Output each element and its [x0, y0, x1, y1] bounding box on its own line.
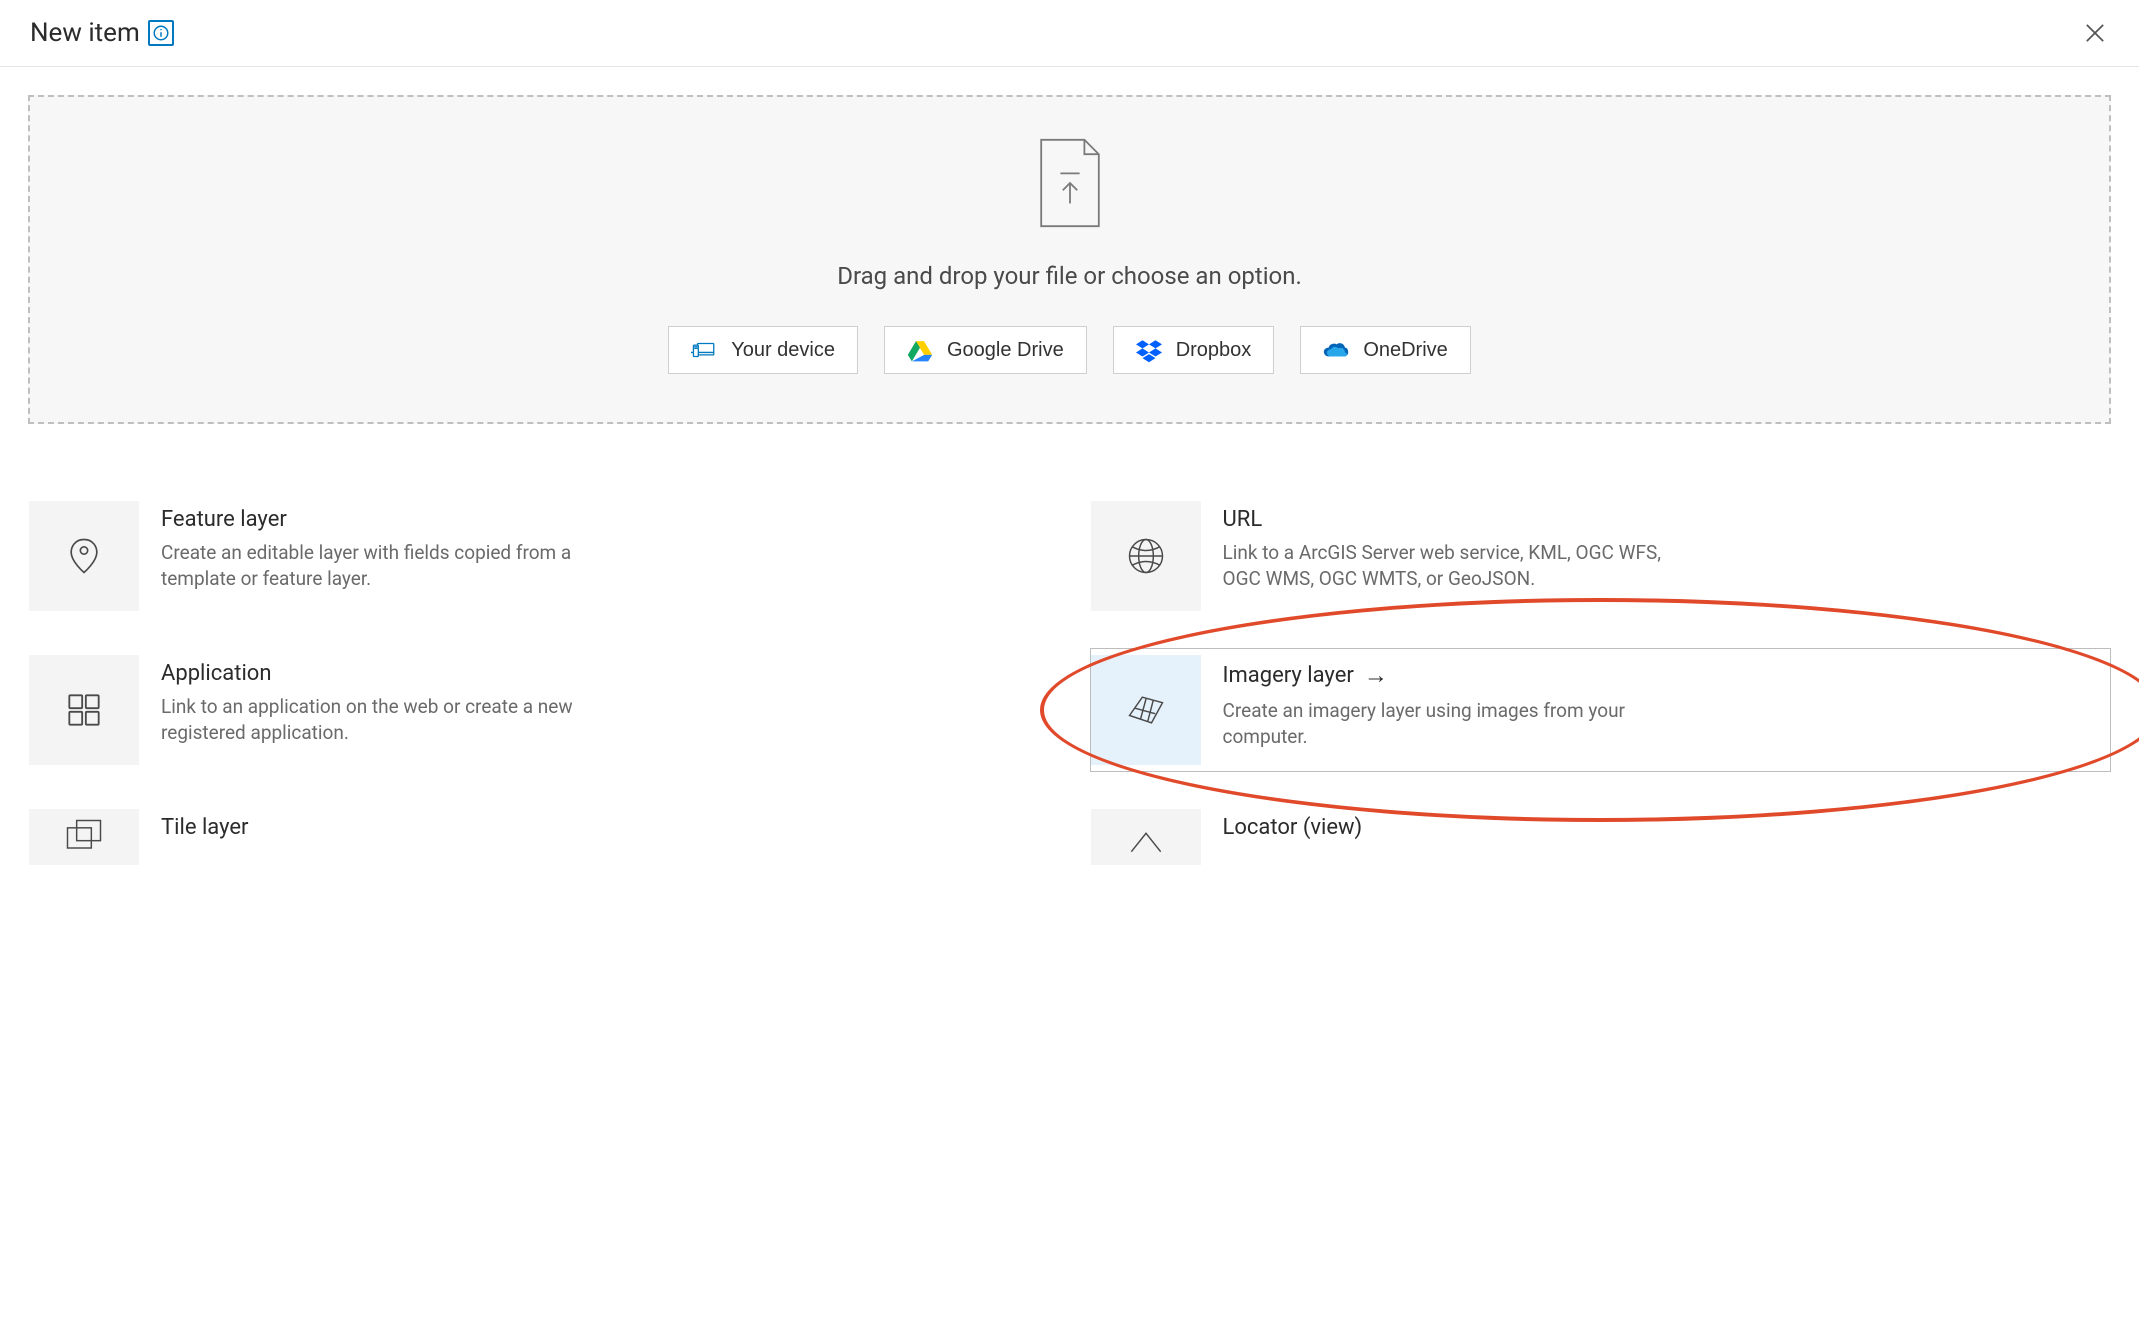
option-feature-layer[interactable]: Feature layer Create an editable layer w… — [28, 494, 1050, 618]
dropzone[interactable]: Drag and drop your file or choose an opt… — [28, 95, 2111, 424]
dropbox-label: Dropbox — [1176, 339, 1252, 362]
feature-layer-title: Feature layer — [161, 507, 641, 532]
tile-layer-title: Tile layer — [161, 815, 249, 840]
feature-layer-icon — [29, 501, 139, 611]
imagery-layer-title-row: Imagery layer → — [1223, 661, 1703, 690]
option-locator-view[interactable]: Locator (view) — [1090, 802, 2112, 872]
application-desc: Link to an application on the web or cre… — [161, 694, 641, 745]
dropzone-wrapper: Drag and drop your file or choose an opt… — [0, 67, 2139, 424]
your-device-label: Your device — [731, 339, 835, 362]
onedrive-label: OneDrive — [1363, 339, 1447, 362]
device-icon — [691, 337, 717, 363]
google-drive-label: Google Drive — [947, 339, 1064, 362]
option-body: Feature layer Create an editable layer w… — [161, 501, 655, 591]
option-body: Locator (view) — [1223, 809, 1377, 848]
dropbox-icon — [1136, 337, 1162, 363]
option-url[interactable]: URL Link to a ArcGIS Server web service,… — [1090, 494, 2112, 618]
google-drive-button[interactable]: Google Drive — [884, 326, 1087, 374]
url-title: URL — [1223, 507, 1703, 532]
option-body: URL Link to a ArcGIS Server web service,… — [1223, 501, 1717, 591]
option-application[interactable]: Application Link to an application on th… — [28, 648, 1050, 772]
info-icon[interactable] — [148, 20, 174, 46]
google-drive-icon — [907, 337, 933, 363]
imagery-layer-title: Imagery layer — [1223, 663, 1354, 688]
option-body: Imagery layer → Create an imagery layer … — [1223, 655, 1717, 749]
option-imagery-layer[interactable]: Imagery layer → Create an imagery layer … — [1090, 648, 2112, 772]
url-icon — [1091, 501, 1201, 611]
option-tile-layer[interactable]: Tile layer — [28, 802, 1050, 872]
locator-view-title: Locator (view) — [1223, 815, 1363, 840]
url-desc: Link to a ArcGIS Server web service, KML… — [1223, 540, 1703, 591]
tile-layer-icon — [29, 809, 139, 865]
feature-layer-desc: Create an editable layer with fields cop… — [161, 540, 641, 591]
dialog-header: New item — [0, 0, 2139, 67]
imagery-layer-icon — [1091, 655, 1201, 765]
dropbox-button[interactable]: Dropbox — [1113, 326, 1275, 374]
file-upload-icon — [1034, 137, 1106, 234]
dialog-title: New item — [30, 18, 140, 48]
drop-instruction: Drag and drop your file or choose an opt… — [837, 262, 1302, 290]
onedrive-button[interactable]: OneDrive — [1300, 326, 1470, 374]
arrow-right-icon: → — [1364, 661, 1388, 690]
option-body: Tile layer — [161, 809, 263, 848]
locator-view-icon — [1091, 809, 1201, 865]
your-device-button[interactable]: Your device — [668, 326, 858, 374]
source-buttons: Your device Google Drive — [668, 326, 1471, 374]
imagery-layer-desc: Create an imagery layer using images fro… — [1223, 698, 1703, 749]
application-icon — [29, 655, 139, 765]
close-icon[interactable] — [2081, 19, 2109, 47]
item-type-options: Feature layer Create an editable layer w… — [0, 424, 2139, 872]
application-title: Application — [161, 661, 641, 686]
option-body: Application Link to an application on th… — [161, 655, 655, 745]
dialog-title-row: New item — [30, 18, 174, 48]
onedrive-icon — [1323, 337, 1349, 363]
